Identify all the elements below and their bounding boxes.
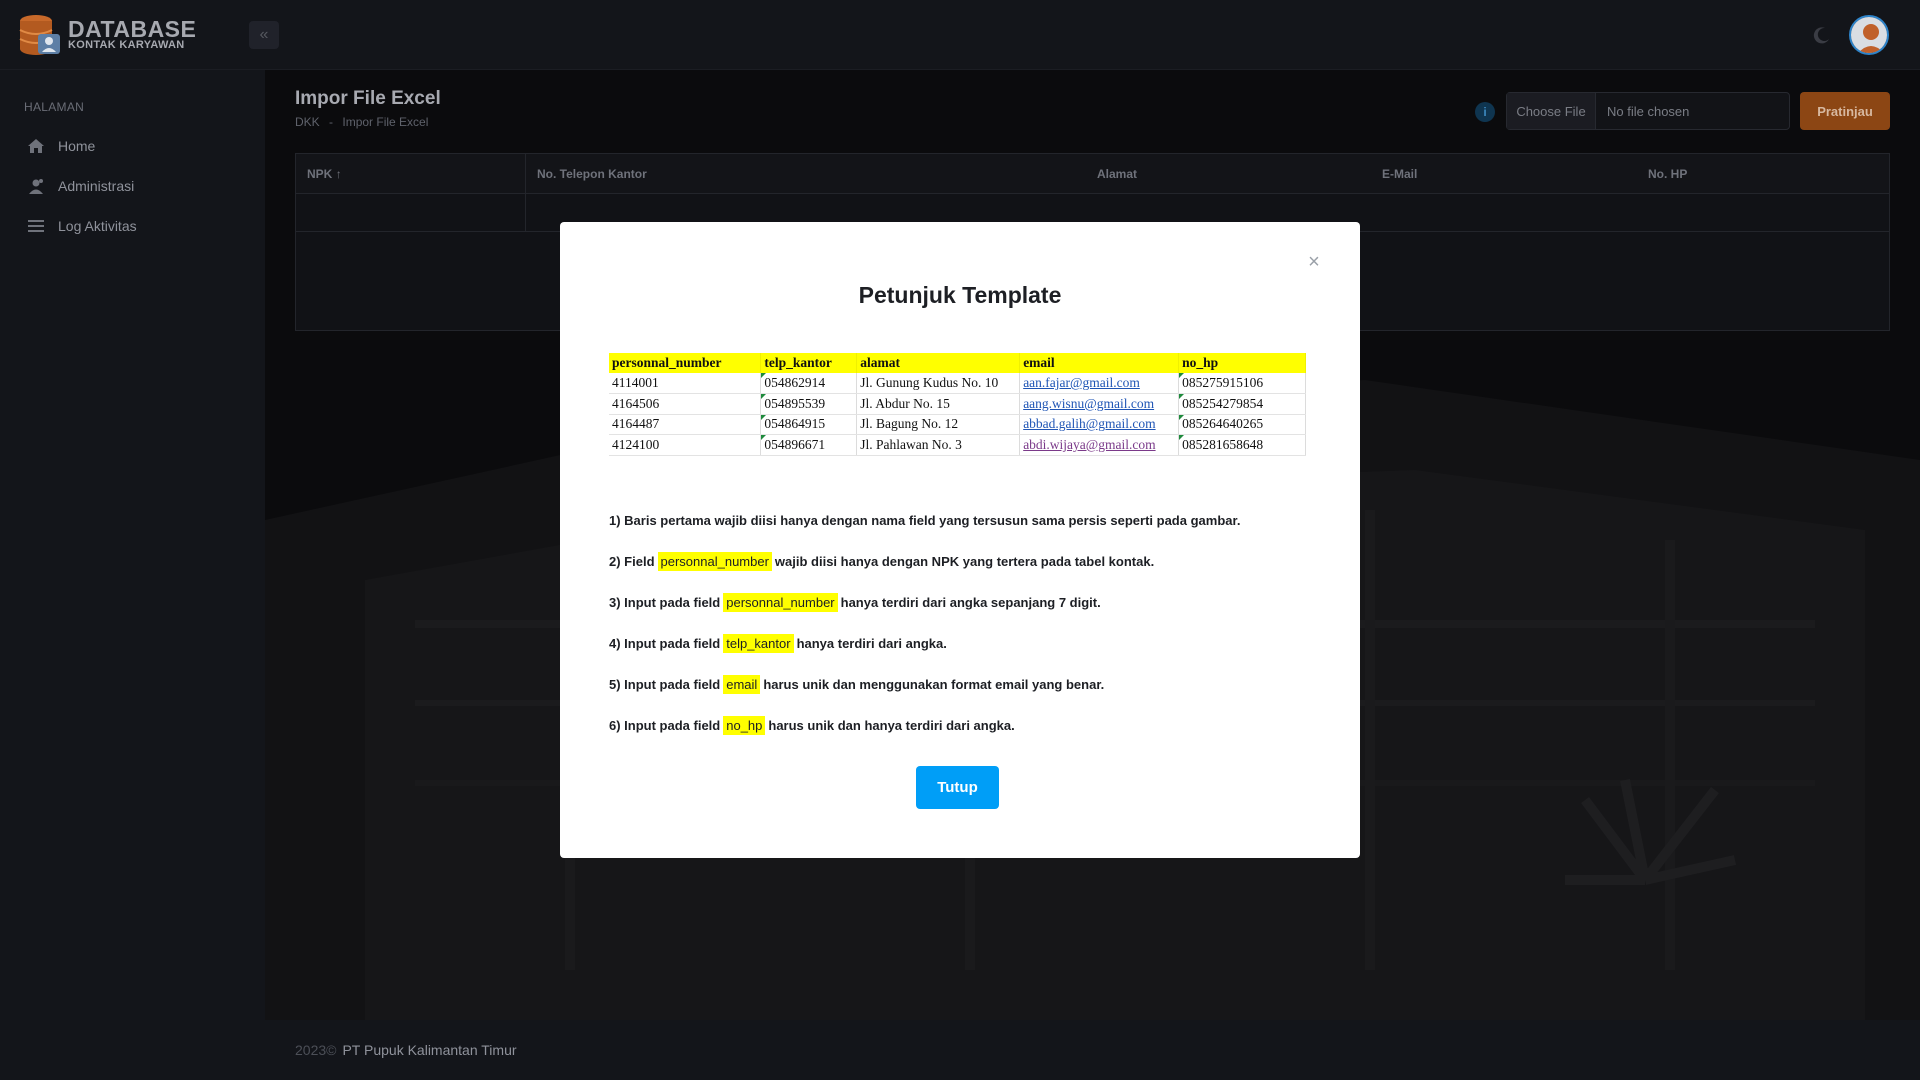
breadcrumb-item-current: Impor File Excel (342, 115, 429, 129)
sidebar-item-label: Administrasi (58, 178, 135, 194)
field-highlight: personnal_number (657, 552, 772, 571)
database-logo-icon (19, 15, 60, 55)
template-cell: 085264640265 (1178, 414, 1306, 435)
breadcrumb: DKK - Impor File Excel (295, 115, 434, 129)
file-input[interactable]: Choose File No file chosen (1506, 92, 1790, 130)
template-cell: Jl. Bagung No. 12 (856, 414, 1021, 435)
preview-button[interactable]: Pratinjau (1800, 92, 1890, 130)
template-header-row: personnal_number telp_kantor alamat emai… (609, 353, 1306, 373)
rules-list: 1) Baris pertama wajib diisi hanya denga… (609, 500, 1309, 746)
rule-item: 2) Field personnal_number wajib diisi ha… (609, 552, 1155, 571)
sidebar-item-administrasi[interactable]: Administrasi (26, 173, 134, 199)
template-cell: 085275915106 (1178, 373, 1306, 394)
template-cell-email: aan.fajar@gmail.com (1019, 373, 1180, 394)
info-icon[interactable]: i (1475, 102, 1495, 122)
close-icon[interactable]: × (1304, 252, 1324, 272)
column-header-npk[interactable]: NPK ↑ (296, 154, 526, 194)
sidebar-item-label: Log Aktivitas (58, 218, 137, 234)
template-guide-modal: × Petunjuk Template personnal_number tel… (560, 222, 1360, 858)
column-header-alamat[interactable]: Alamat (1097, 154, 1137, 194)
sidebar-item-label: Home (58, 138, 96, 154)
user-avatar[interactable] (1849, 15, 1889, 55)
rule-item: 5) Input pada field email harus unik dan… (609, 675, 1105, 694)
breadcrumb-item-dkk[interactable]: DKK (295, 115, 320, 129)
template-header-cell: personnal_number (609, 353, 762, 373)
template-cell: 4164506 (609, 393, 762, 415)
breadcrumb-separator: - (329, 115, 334, 129)
template-cell: 4114001 (609, 373, 762, 394)
template-cell: 4124100 (609, 434, 762, 456)
field-highlight: email (723, 675, 761, 694)
template-cell: 085281658648 (1178, 434, 1306, 456)
rule-item: 6) Input pada field no_hp harus unik dan… (609, 716, 1015, 735)
template-cell: Jl. Gunung Kudus No. 10 (856, 373, 1021, 394)
sidebar-heading: HALAMAN (24, 100, 85, 114)
close-button[interactable]: Tutup (916, 766, 999, 809)
list-icon (26, 216, 46, 236)
sidebar: HALAMAN Home Administrasi Log Aktivitas (0, 70, 265, 1080)
field-highlight: telp_kantor (723, 634, 794, 653)
column-header-telepon[interactable]: No. Telepon Kantor (537, 154, 647, 194)
template-cell: 054862914 (760, 373, 858, 394)
column-header-no-hp[interactable]: No. HP (1648, 154, 1687, 194)
brand-subtitle: KONTAK KARYAWAN (68, 39, 185, 51)
template-cell: 054864915 (760, 414, 858, 435)
template-cell: Jl. Abdur No. 15 (856, 393, 1021, 415)
template-cell-email: abbad.galih@gmail.com (1019, 414, 1180, 435)
sidebar-collapse-button[interactable]: « (249, 21, 279, 49)
template-row: 4164506 054895539 Jl. Abdur No. 15 aang.… (609, 393, 1306, 415)
choose-file-button[interactable]: Choose File (1507, 93, 1596, 129)
sidebar-item-home[interactable]: Home (26, 133, 95, 159)
template-header-cell: alamat (856, 353, 1021, 373)
field-highlight: personnal_number (723, 593, 838, 612)
home-icon (26, 136, 46, 156)
template-cell: 4164487 (609, 414, 762, 435)
template-cell: 054895539 (760, 393, 858, 415)
column-header-email[interactable]: E-Mail (1382, 154, 1417, 194)
sort-ascending-icon: ↑ (335, 167, 342, 181)
template-header-cell: email (1019, 353, 1180, 373)
rule-item: 1) Baris pertama wajib diisi hanya denga… (609, 513, 1241, 528)
template-cell-email: abdi.wijaya@gmail.com (1019, 434, 1180, 456)
chevron-double-left-icon: « (259, 26, 269, 43)
template-cell-email: aang.wisnu@gmail.com (1019, 393, 1180, 415)
footer: 2023© PT Pupuk Kalimantan Timur (265, 1020, 1920, 1080)
template-cell: 085254279854 (1178, 393, 1306, 415)
file-status-text: No file chosen (1607, 103, 1690, 119)
sidebar-item-log-aktivitas[interactable]: Log Aktivitas (26, 213, 137, 239)
footer-year: 2023© (295, 1042, 337, 1058)
table-cell (296, 194, 526, 232)
field-highlight: no_hp (723, 716, 766, 735)
template-header-cell: telp_kantor (760, 353, 858, 373)
user-settings-icon (26, 176, 46, 196)
top-bar: DATABASE KONTAK KARYAWAN « (0, 0, 1920, 70)
template-cell: 054896671 (760, 434, 858, 456)
template-cell: Jl. Pahlawan No. 3 (856, 434, 1021, 456)
template-header-cell: no_hp (1178, 353, 1306, 373)
template-example-table: personnal_number telp_kantor alamat emai… (609, 353, 1306, 456)
rule-item: 4) Input pada field telp_kantor hanya te… (609, 634, 947, 653)
modal-title: Petunjuk Template (858, 282, 1062, 308)
template-row: 4164487 054864915 Jl. Bagung No. 12 abba… (609, 414, 1306, 435)
template-row: 4124100 054896671 Jl. Pahlawan No. 3 abd… (609, 434, 1306, 456)
page-title: Impor File Excel (295, 88, 441, 109)
moon-icon[interactable] (1811, 24, 1833, 46)
user-avatar-icon (1851, 17, 1887, 53)
template-row: 4114001 054862914 Jl. Gunung Kudus No. 1… (609, 373, 1306, 394)
rule-item: 3) Input pada field personnal_number han… (609, 593, 1101, 612)
footer-company-link[interactable]: PT Pupuk Kalimantan Timur (342, 1042, 516, 1058)
table-header: NPK ↑ No. Telepon Kantor Alamat E-Mail N… (296, 154, 1889, 194)
